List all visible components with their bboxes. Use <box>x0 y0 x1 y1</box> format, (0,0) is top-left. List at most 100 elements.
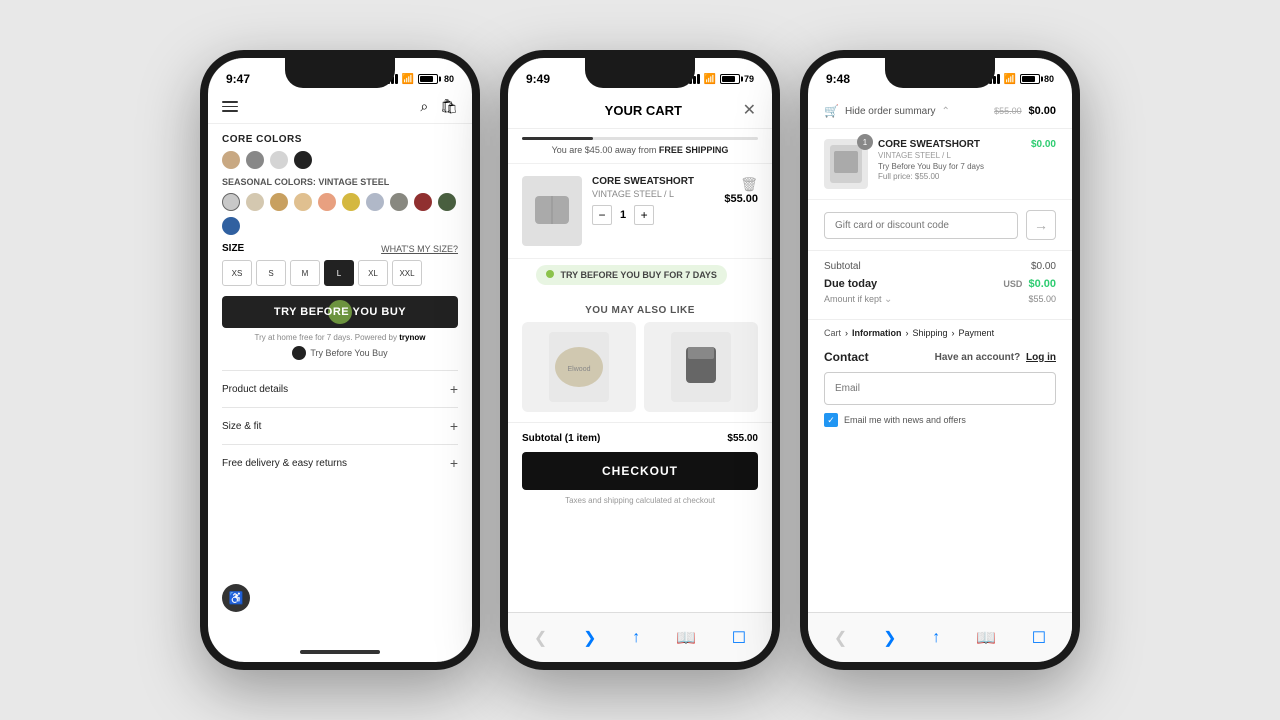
safari-bottom-bar: ❮ ❯ ↑ 📖 ☐ <box>508 612 772 662</box>
accordion-label: Free delivery & easy returns <box>222 458 347 469</box>
size-grid: XS S M L XL XXL <box>222 260 458 286</box>
seasonal-color-swatches <box>222 193 458 235</box>
also-like-item-1[interactable]: Elwood <box>522 322 636 412</box>
phone-1: 9:47 📶 80 <box>200 50 480 670</box>
back-button[interactable]: ❮ <box>534 628 547 648</box>
checkout-button[interactable]: CHECKOUT <box>522 452 758 490</box>
accordion-product-details[interactable]: Product details + <box>222 370 458 407</box>
order-summary-toggle[interactable]: 🛒 Hide order summary ⌃ $55.00 $0.00 <box>808 94 1072 129</box>
chevron-up-icon: ⌃ <box>942 106 950 117</box>
size-link[interactable]: WHAT'S MY SIZE? <box>381 244 458 254</box>
email-news-checkbox[interactable]: ✓ <box>824 413 838 427</box>
email-news-label: Email me with news and offers <box>844 415 966 425</box>
size-l[interactable]: L <box>324 260 354 286</box>
close-button[interactable]: ✕ <box>743 100 756 120</box>
discount-row: → <box>808 200 1072 251</box>
discount-input[interactable] <box>824 212 1018 239</box>
battery-icon-2 <box>720 74 740 84</box>
delete-button[interactable]: 🗑 <box>740 176 758 193</box>
color-swatch[interactable] <box>270 151 288 169</box>
phone1-screen: 9:47 📶 80 <box>208 58 472 662</box>
order-badge: 1 <box>857 134 873 150</box>
due-currency: USD <box>1003 279 1022 289</box>
try-powered-text: Try at home free for 7 days. Powered by … <box>222 333 458 342</box>
qty-decrease[interactable]: − <box>592 205 612 225</box>
color-swatch[interactable] <box>246 151 264 169</box>
size-m[interactable]: M <box>290 260 320 286</box>
tabs-button[interactable]: ☐ <box>732 628 746 648</box>
display-price: $0.00 <box>1028 105 1056 117</box>
tabs-button-3[interactable]: ☐ <box>1032 628 1046 648</box>
size-s[interactable]: S <box>256 260 286 286</box>
color-swatch[interactable] <box>222 151 240 169</box>
accessibility-button[interactable]: ♿ <box>222 584 250 612</box>
also-like-grid: Elwood <box>508 322 772 422</box>
also-like-item-2[interactable] <box>644 322 758 412</box>
also-like-label: YOU MAY ALSO LIKE <box>508 295 772 322</box>
cart-icon[interactable]: 🛍 <box>440 98 458 115</box>
accordion-label: Size & fit <box>222 421 261 432</box>
forward-button[interactable]: ❯ <box>583 628 596 648</box>
email-input[interactable] <box>824 372 1056 405</box>
svg-text:Elwood: Elwood <box>568 366 591 373</box>
due-today-row: Due today USD $0.00 <box>824 278 1056 290</box>
cart-title: YOUR CART <box>544 103 743 118</box>
product-thumbnail-1: Elwood <box>544 327 614 407</box>
size-xl[interactable]: XL <box>358 260 388 286</box>
battery-label-2: 79 <box>744 74 754 84</box>
size-xs[interactable]: XS <box>222 260 252 286</box>
cart-header: YOUR CART ✕ <box>508 94 772 129</box>
subtotal-label: Subtotal (1 item) <box>522 433 600 444</box>
search-icon[interactable]: ⌕ <box>420 98 428 115</box>
breadcrumb-payment: Payment <box>959 328 995 338</box>
color-swatch[interactable] <box>294 151 312 169</box>
breadcrumb: Cart › Information › Shipping › Payment <box>808 320 1072 344</box>
product-thumbnail-2 <box>666 327 736 407</box>
due-amount: $0.00 <box>1028 278 1056 290</box>
accordion-delivery[interactable]: Free delivery & easy returns + <box>222 444 458 481</box>
seasonal-swatch[interactable] <box>438 193 456 211</box>
try-before-buy-button[interactable]: TRY BEFORE YOU BUY <box>222 296 458 328</box>
breadcrumb-cart[interactable]: Cart <box>824 328 841 338</box>
bookmarks-button-3[interactable]: 📖 <box>976 628 996 648</box>
forward-button-3[interactable]: ❯ <box>883 628 896 648</box>
seasonal-swatch[interactable] <box>390 193 408 211</box>
seasonal-swatch[interactable] <box>318 193 336 211</box>
seasonal-swatch[interactable] <box>342 193 360 211</box>
cart-item-image <box>522 176 582 246</box>
try-btn-label: TRY BEFORE YOU BUY <box>274 306 406 318</box>
seasonal-swatch[interactable] <box>366 193 384 211</box>
expand-icon: + <box>450 381 458 397</box>
share-button-3[interactable]: ↑ <box>932 629 940 647</box>
amount-kept-val: $55.00 <box>1028 294 1056 305</box>
try-before-buy-tag: TRY BEFORE YOU BUY FOR 7 DAYS <box>536 265 727 285</box>
original-price: $55.00 <box>994 106 1022 116</box>
accordion-size-fit[interactable]: Size & fit + <box>222 407 458 444</box>
seasonal-swatch[interactable] <box>222 217 240 235</box>
menu-icon[interactable] <box>222 101 238 112</box>
try-sub-row: Try Before You Buy <box>222 346 458 360</box>
cart-icon-small: 🛒 <box>824 104 839 118</box>
discount-submit[interactable]: → <box>1026 210 1056 240</box>
seasonal-swatch[interactable] <box>270 193 288 211</box>
bookmarks-button[interactable]: 📖 <box>676 628 696 648</box>
back-button-3[interactable]: ❮ <box>834 628 847 648</box>
cart-subtotal-row: Subtotal (1 item) $55.00 <box>508 422 772 452</box>
order-try-text: Try Before You Buy for 7 days <box>878 162 1021 171</box>
cart-item-variant: VINTAGE STEEL / L <box>592 189 694 199</box>
seasonal-swatch[interactable] <box>414 193 432 211</box>
seasonal-swatch[interactable] <box>246 193 264 211</box>
shipping-bar: You are $45.00 away from FREE SHIPPING <box>508 129 772 164</box>
share-button[interactable]: ↑ <box>632 629 640 647</box>
shorts-image <box>527 186 577 236</box>
seasonal-swatch[interactable] <box>294 193 312 211</box>
breadcrumb-information[interactable]: Information <box>852 328 902 338</box>
seasonal-swatch[interactable] <box>222 193 240 211</box>
qty-increase[interactable]: + <box>634 205 654 225</box>
login-anchor[interactable]: Log in <box>1026 352 1056 363</box>
size-header-row: SIZE WHAT'S MY SIZE? <box>222 243 458 254</box>
phone3-screen: 9:48 📶 80 <box>808 58 1072 662</box>
totals-section: Subtotal $0.00 Due today USD $0.00 Amoun… <box>808 251 1072 320</box>
status-icons-2: 📶 79 <box>685 74 754 85</box>
size-xxl[interactable]: XXL <box>392 260 422 286</box>
